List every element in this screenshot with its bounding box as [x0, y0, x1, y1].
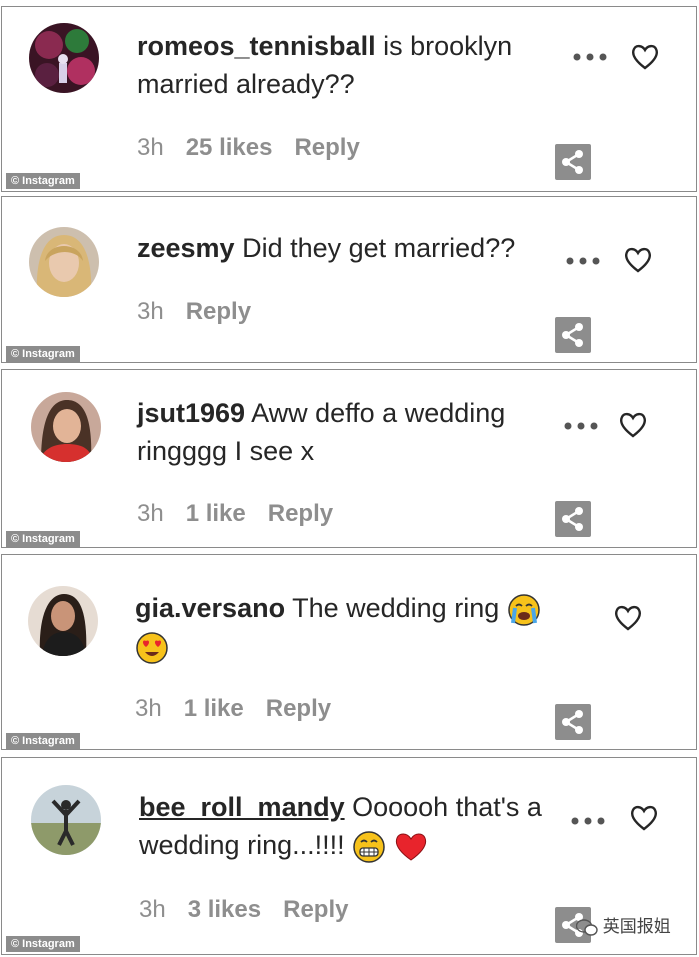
timestamp: 3h — [135, 695, 162, 722]
timestamp: 3h — [137, 134, 164, 161]
comment-meta: 3h 1 like Reply — [137, 500, 333, 528]
timestamp: 3h — [139, 896, 166, 923]
comment-meta: 3h Reply — [137, 298, 251, 326]
timestamp: 3h — [137, 298, 164, 325]
instagram-watermark: © Instagram — [6, 346, 80, 362]
comment-text: jsut1969 Aww deffo a wedding ringggg I s… — [137, 394, 567, 470]
comment-text: zeesmy Did they get married?? — [137, 229, 567, 267]
avatar[interactable] — [31, 785, 101, 855]
instagram-watermark: © Instagram — [6, 936, 80, 952]
username[interactable]: romeos_tennisball — [137, 31, 376, 61]
username[interactable]: gia.versano — [135, 593, 285, 623]
brand-name: 英国报姐 — [602, 917, 671, 936]
heart-icon[interactable] — [629, 804, 659, 832]
heart-icon[interactable] — [630, 43, 660, 71]
timestamp: 3h — [137, 500, 164, 527]
comment-meta: 3h 1 like Reply — [135, 695, 331, 723]
red-heart-emoji — [394, 831, 428, 863]
wechat-logo-icon — [575, 918, 598, 936]
more-options-icon[interactable] — [563, 421, 599, 431]
crying-face-emoji — [507, 593, 541, 627]
username[interactable]: jsut1969 — [137, 398, 245, 428]
reply-button[interactable]: Reply — [294, 134, 359, 161]
instagram-watermark: © Instagram — [6, 733, 80, 749]
comment-card: romeos_tennisball is brooklyn married al… — [1, 6, 697, 192]
avatar[interactable] — [31, 392, 101, 462]
more-options-icon[interactable] — [565, 256, 601, 266]
likes-count[interactable]: 1 like — [186, 500, 246, 527]
likes-count[interactable]: 1 like — [184, 695, 244, 722]
share-icon — [562, 150, 583, 174]
grimacing-face-emoji — [352, 830, 386, 864]
heart-eyes-emoji — [135, 631, 169, 665]
heart-icon[interactable] — [613, 604, 643, 632]
comment-body: The wedding ring — [292, 593, 500, 623]
reply-button[interactable]: Reply — [186, 298, 251, 325]
share-button[interactable] — [555, 317, 591, 353]
comment-text: bee_roll_mandy Oooooh that's a wedding r… — [139, 788, 569, 864]
avatar[interactable] — [28, 586, 98, 656]
instagram-watermark: © Instagram — [6, 531, 80, 547]
comment-text: romeos_tennisball is brooklyn married al… — [137, 27, 567, 103]
reply-button[interactable]: Reply — [268, 500, 333, 527]
avatar[interactable] — [29, 227, 99, 297]
comment-text: gia.versano The wedding ring — [135, 589, 585, 665]
reply-button[interactable]: Reply — [266, 695, 331, 722]
comment-body: Did they get married?? — [242, 233, 516, 263]
more-options-icon[interactable] — [570, 816, 606, 826]
share-icon — [562, 323, 583, 347]
username[interactable]: zeesmy — [137, 233, 235, 263]
comment-card: zeesmy Did they get married?? 3h Reply © … — [1, 196, 697, 363]
comment-card: jsut1969 Aww deffo a wedding ringggg I s… — [1, 369, 697, 548]
reply-button[interactable]: Reply — [283, 896, 348, 923]
share-icon — [562, 507, 583, 531]
comment-card: gia.versano The wedding ring 3h 1 like Rep… — [1, 554, 697, 750]
more-options-icon[interactable] — [572, 52, 608, 62]
share-button[interactable] — [555, 501, 591, 537]
comment-meta: 3h 25 likes Reply — [137, 134, 360, 162]
brand-watermark: 英国报姐 — [575, 912, 676, 938]
share-icon — [562, 710, 583, 734]
username[interactable]: bee_roll_mandy — [139, 792, 345, 822]
heart-icon[interactable] — [618, 411, 648, 439]
avatar[interactable] — [29, 23, 99, 93]
comment-meta: 3h 3 likes Reply — [139, 896, 348, 924]
likes-count[interactable]: 3 likes — [188, 896, 261, 923]
share-button[interactable] — [555, 144, 591, 180]
likes-count[interactable]: 25 likes — [186, 134, 273, 161]
instagram-watermark: © Instagram — [6, 173, 80, 189]
heart-icon[interactable] — [623, 246, 653, 274]
share-button[interactable] — [555, 704, 591, 740]
